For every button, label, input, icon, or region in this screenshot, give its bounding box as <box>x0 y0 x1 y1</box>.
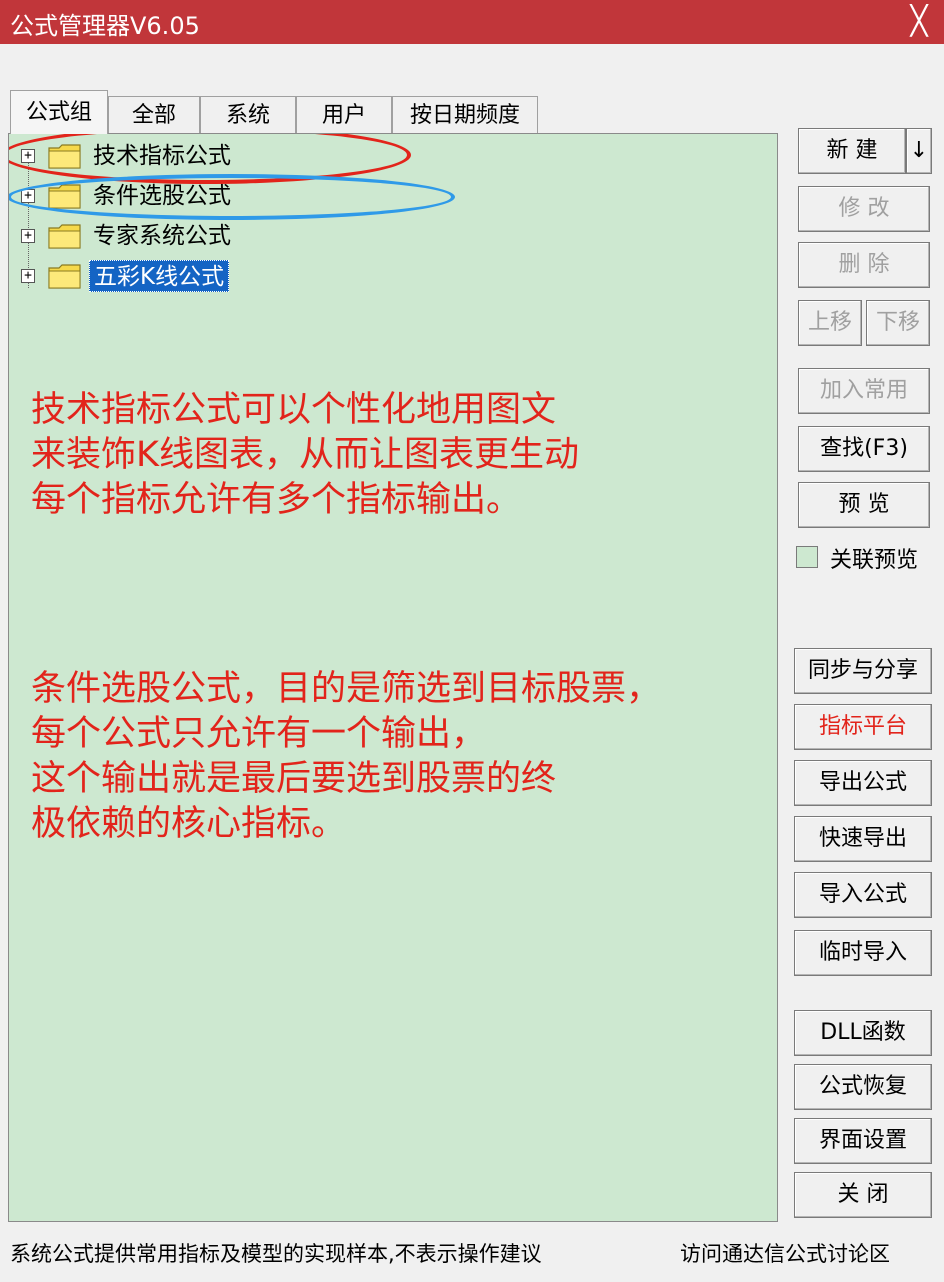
import-formula-button[interactable]: 导入公式 <box>794 872 932 918</box>
expand-icon[interactable]: + <box>21 229 35 243</box>
note-line: 来装饰K线图表，从而让图表更生动 <box>31 435 579 475</box>
note-line: 每个指标允许有多个指标输出。 <box>31 480 522 520</box>
tab-system[interactable]: 系统 <box>200 96 296 134</box>
tab-formula-group[interactable]: 公式组 <box>10 90 108 134</box>
modify-button[interactable]: 修 改 <box>798 186 930 232</box>
close-icon[interactable]: ╳ <box>904 4 934 38</box>
tree-node-label: 专家系统公式 <box>93 223 231 249</box>
window-title: 公式管理器V6.05 <box>10 12 200 40</box>
delete-button[interactable]: 删 除 <box>798 242 930 288</box>
note-line: 条件选股公式，目的是筛选到目标股票， <box>31 669 662 709</box>
note-line: 极依赖的核心指标。 <box>31 804 347 844</box>
tab-by-date-frequency[interactable]: 按日期频度 <box>392 96 538 134</box>
folder-icon <box>48 224 81 249</box>
annotation-circle-blue <box>9 174 455 220</box>
preview-button[interactable]: 预 览 <box>798 482 930 528</box>
annotation-note-tech-indicators: 技术指标公式可以个性化地用图文 来装饰K线图表，从而让图表更生动 每个指标允许有… <box>31 388 579 523</box>
temporary-import-button[interactable]: 临时导入 <box>794 930 932 976</box>
export-formula-button[interactable]: 导出公式 <box>794 760 932 806</box>
new-button[interactable]: 新 建 <box>798 128 906 174</box>
move-down-button[interactable]: 下移 <box>866 300 930 346</box>
status-text: 系统公式提供常用指标及模型的实现样本,不表示操作建议 <box>10 1242 542 1266</box>
tree-node-label-selected: 五彩K线公式 <box>89 260 230 292</box>
linked-preview-checkbox[interactable] <box>796 546 818 568</box>
quick-export-button[interactable]: 快速导出 <box>794 816 932 862</box>
add-to-common-button[interactable]: 加入常用 <box>798 368 930 414</box>
note-line: 每个公式只允许有一个输出， <box>31 714 487 754</box>
formula-forum-link[interactable]: 访问通达信公式讨论区 <box>680 1238 890 1268</box>
move-up-button[interactable]: 上移 <box>798 300 862 346</box>
formula-tree[interactable]: + 技术指标公式 + 条件选股公式 + 专家系统公式 + 五彩K线公式 技术指标… <box>8 133 778 1222</box>
expand-icon[interactable]: + <box>21 269 35 283</box>
ui-settings-button[interactable]: 界面设置 <box>794 1118 932 1164</box>
folder-icon <box>48 264 81 289</box>
indicator-platform-button[interactable]: 指标平台 <box>794 704 932 750</box>
note-line: 这个输出就是最后要选到股票的终 <box>31 759 557 799</box>
note-line: 技术指标公式可以个性化地用图文 <box>31 390 557 430</box>
tab-user[interactable]: 用户 <box>296 96 392 134</box>
restore-formula-button[interactable]: 公式恢复 <box>794 1064 932 1110</box>
tree-node-expert-system[interactable]: + 专家系统公式 <box>9 218 769 254</box>
find-button[interactable]: 查找(F3) <box>798 426 930 472</box>
sync-share-button[interactable]: 同步与分享 <box>794 648 932 694</box>
linked-preview-label: 关联预览 <box>830 548 919 573</box>
close-button[interactable]: 关 闭 <box>794 1172 932 1218</box>
tab-all[interactable]: 全部 <box>108 96 200 134</box>
annotation-note-stock-selection: 条件选股公式，目的是筛选到目标股票， 每个公式只允许有一个输出， 这个输出就是最… <box>31 667 661 847</box>
tree-node-colored-kline[interactable]: + 五彩K线公式 <box>9 258 769 294</box>
title-bar: 公式管理器V6.05 ╳ <box>0 0 944 44</box>
new-dropdown-arrow-button[interactable]: ↓ <box>906 128 932 174</box>
dll-functions-button[interactable]: DLL函数 <box>794 1010 932 1056</box>
